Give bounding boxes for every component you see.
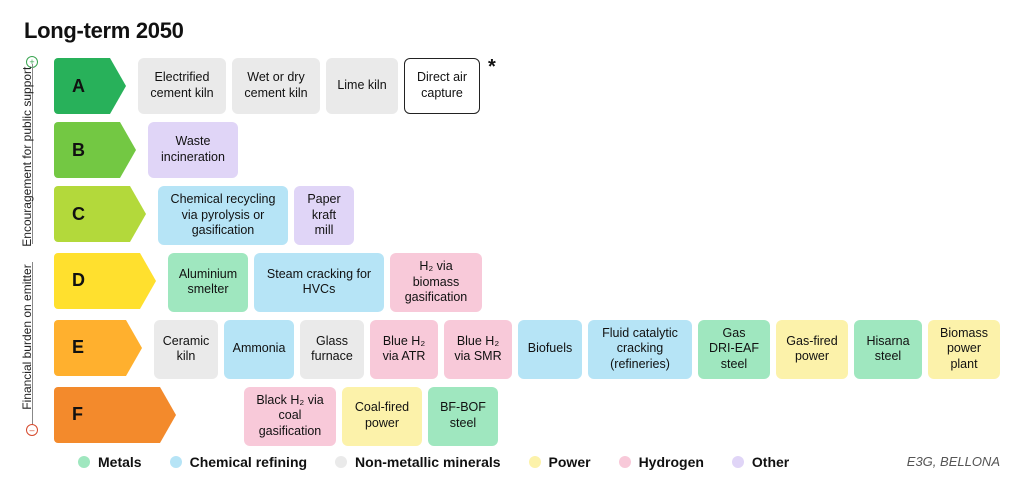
spacer	[188, 387, 238, 446]
tech-cell: Hisarna steel	[854, 320, 922, 379]
grade-row-E: ECeramic kilnAmmoniaGlass furnaceBlue H₂…	[54, 320, 1000, 379]
legend: Metals Chemical refining Non-metallic mine…	[54, 454, 1000, 470]
tech-cell: Paper kraft mill	[294, 186, 354, 245]
tech-cell: Steam cracking for HVCs	[254, 253, 384, 312]
legend-dot-icon	[529, 456, 541, 468]
tech-cell: Black H₂ via coal gasification	[244, 387, 336, 446]
legend-label: Chemical refining	[190, 454, 307, 470]
legend-item-metals: Metals	[78, 454, 142, 470]
legend-dot-icon	[170, 456, 182, 468]
grade-tag-C: C	[54, 186, 130, 242]
tech-cell: BF-BOF steel	[428, 387, 498, 446]
diagram: + Encouragement for public support Finan…	[24, 58, 1000, 470]
grade-tag-A: A	[54, 58, 110, 114]
tech-cell: Ceramic kiln	[154, 320, 218, 379]
legend-label: Other	[752, 454, 789, 470]
grade-tag-E: E	[54, 320, 126, 376]
credit: E3G, BELLONA	[907, 454, 1000, 469]
tech-cell: Biomass power plant	[928, 320, 1000, 379]
grade-cells-E: Ceramic kilnAmmoniaGlass furnaceBlue H₂ …	[154, 320, 1000, 379]
tech-cell: Gas DRI-EAF steel	[698, 320, 770, 379]
grade-row-F: F Black H₂ via coal gasificationCoal-fire…	[54, 387, 1000, 446]
legend-dot-icon	[732, 456, 744, 468]
tech-cell: Lime kiln	[326, 58, 398, 114]
tech-cell: Electrified cement kiln	[138, 58, 226, 114]
tech-cell: Blue H₂ via SMR	[444, 320, 512, 379]
tech-cell: Glass furnace	[300, 320, 364, 379]
legend-item-power: Power	[529, 454, 591, 470]
legend-dot-icon	[619, 456, 631, 468]
grade-cells-A: Electrified cement kilnWet or dry cement…	[138, 58, 496, 114]
asterisk-icon: *	[488, 56, 496, 79]
tech-cell: Blue H₂ via ATR	[370, 320, 438, 379]
tech-cell: Coal-fired power	[342, 387, 422, 446]
tech-cell: Fluid catalytic cracking (refineries)	[588, 320, 692, 379]
legend-item-nonmet: Non-metallic minerals	[335, 454, 501, 470]
legend-dot-icon	[335, 456, 347, 468]
tech-cell: Waste incineration	[148, 122, 238, 178]
grade-row-A: A Electrified cement kilnWet or dry cemen…	[54, 58, 1000, 114]
grade-row-D: D Aluminium smelterSteam cracking for HVC…	[54, 253, 1000, 312]
legend-dot-icon	[78, 456, 90, 468]
grade-tag-B: B	[54, 122, 120, 178]
tech-cell: Direct air capture	[404, 58, 480, 114]
tech-cell: Wet or dry cement kiln	[232, 58, 320, 114]
grade-tag-D: D	[54, 253, 140, 309]
minus-icon: –	[26, 424, 38, 436]
grade-row-B: B Waste incineration	[54, 122, 1000, 178]
grade-cells-C: Chemical recycling via pyrolysis or gasi…	[158, 186, 354, 245]
tech-cell: Biofuels	[518, 320, 582, 379]
legend-label: Non-metallic minerals	[355, 454, 501, 470]
grade-cells-F: Black H₂ via coal gasificationCoal-fired…	[188, 387, 498, 446]
legend-label: Power	[549, 454, 591, 470]
tech-cell: H₂ via biomass gasification	[390, 253, 482, 312]
grade-rows: A Electrified cement kilnWet or dry cemen…	[54, 58, 1000, 446]
axis-label-top: Encouragement for public support	[20, 74, 34, 247]
legend-label: Hydrogen	[639, 454, 704, 470]
legend-label: Metals	[98, 454, 142, 470]
axis-label-bottom: Financial burden on emitter	[20, 251, 34, 424]
grade-row-C: C Chemical recycling via pyrolysis or gas…	[54, 186, 1000, 245]
legend-item-hydrogen: Hydrogen	[619, 454, 704, 470]
tech-cell: Ammonia	[224, 320, 294, 379]
legend-item-chemical: Chemical refining	[170, 454, 307, 470]
grade-cells-B: Waste incineration	[148, 122, 238, 178]
grade-tag-F: F	[54, 387, 160, 443]
tech-cell: Chemical recycling via pyrolysis or gasi…	[158, 186, 288, 245]
legend-item-other: Other	[732, 454, 789, 470]
y-axis: + Encouragement for public support Finan…	[24, 58, 52, 434]
page-title: Long-term 2050	[24, 18, 1000, 44]
grade-cells-D: Aluminium smelterSteam cracking for HVCs…	[168, 253, 482, 312]
tech-cell: Gas-fired power	[776, 320, 848, 379]
tech-cell: Aluminium smelter	[168, 253, 248, 312]
